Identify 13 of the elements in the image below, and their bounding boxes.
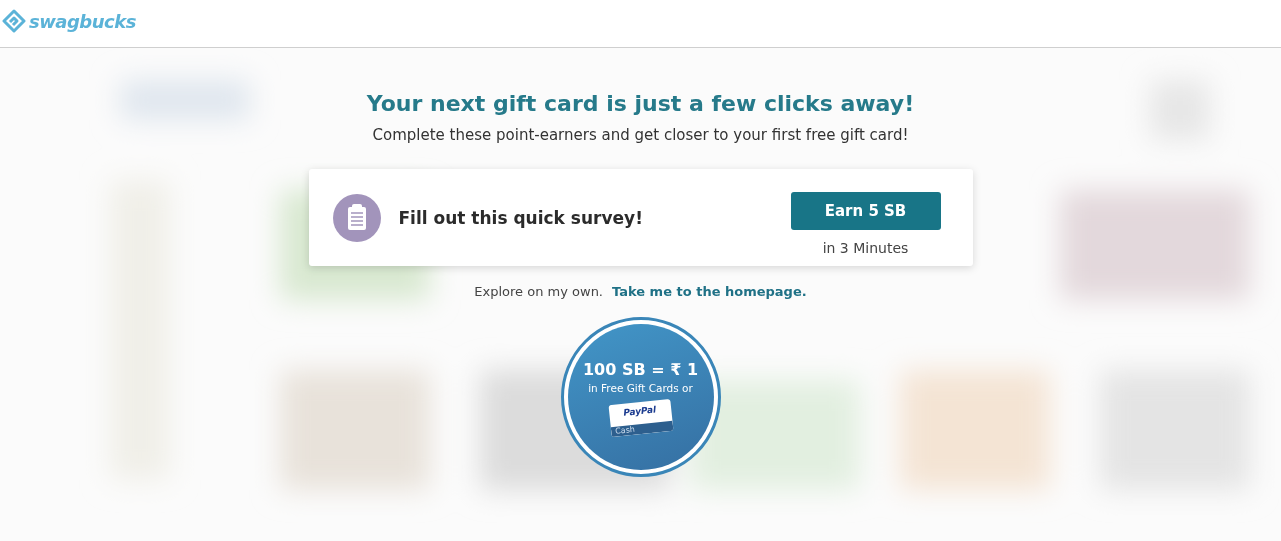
- logo-icon: [2, 9, 26, 33]
- page-heading: Your next gift card is just a few clicks away!: [366, 90, 915, 118]
- explore-text: Explore on my own.: [474, 284, 603, 299]
- paypal-brand: PayPal: [621, 403, 658, 420]
- rate-caption: in Free Gift Cards or: [588, 382, 693, 394]
- offer-title: Fill out this quick survey!: [398, 207, 644, 228]
- offer-duration: in 3 Minutes: [822, 239, 909, 256]
- earn-button[interactable]: Earn 5 SB: [790, 191, 941, 230]
- page-subheading: Complete these point-earners and get closer to your first free gift card!: [372, 125, 909, 146]
- homepage-link[interactable]: Take me to the homepage.: [612, 284, 807, 299]
- clipboard-icon: [332, 193, 381, 242]
- rate-text: 100 SB = ₹ 1: [582, 360, 699, 379]
- paypal-cash-label: Cash: [610, 420, 673, 438]
